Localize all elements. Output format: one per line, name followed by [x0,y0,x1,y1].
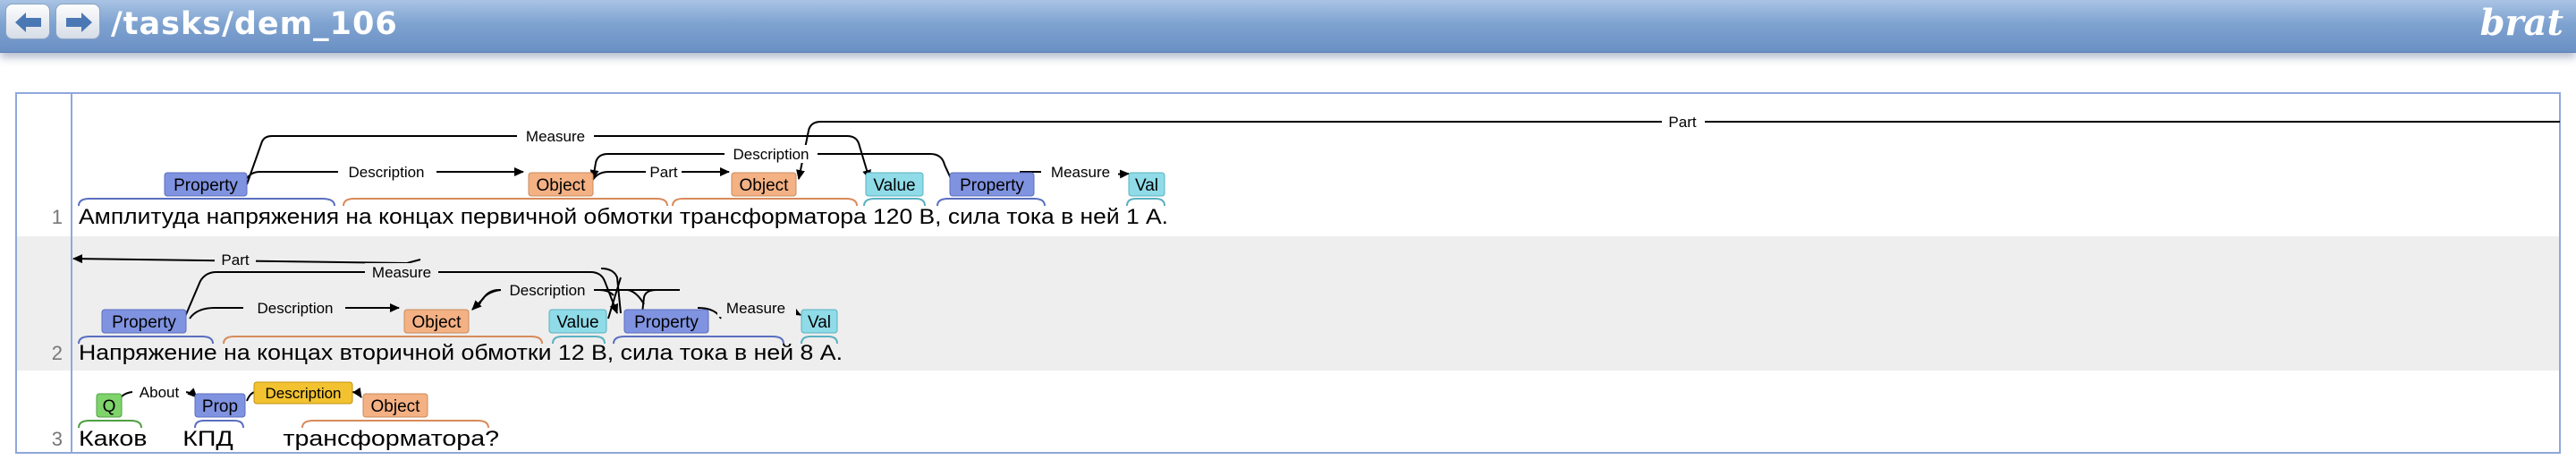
svg-text:Value: Value [556,313,598,332]
svg-text:Property: Property [112,313,176,332]
sentence-text: Каков КПД трансформатора? [79,427,499,451]
entity-prop[interactable]: Prop [194,393,246,418]
arc-label-measure-1: Measure [526,128,585,145]
line-number: 1 [52,206,63,228]
entity-val[interactable]: Val [1128,172,1165,197]
arc-label-description-4: Description [509,282,585,299]
svg-text:Property: Property [634,313,699,332]
svg-text:Object: Object [537,176,587,195]
entity-object[interactable]: Object [362,393,428,418]
entity-q[interactable]: Q [96,393,123,418]
entity-object[interactable]: Object [528,172,594,197]
svg-text:Q: Q [103,397,116,416]
arc-label-measure-4: Measure [726,300,785,317]
arc-label-description-3: Description [257,300,333,317]
arc-label-description-1: Description [348,164,424,181]
arc-label-description-highlighted[interactable]: Description [253,381,353,405]
svg-text:Object: Object [740,176,790,195]
sentence-text: Амплитуда напряжения на концах первичной… [79,205,1168,229]
svg-text:Object: Object [412,313,462,332]
annotation-view: Measure Part Description Description Par… [15,92,2561,454]
entity-object[interactable]: Object [403,309,470,334]
entity-property[interactable]: Property [949,172,1035,197]
entity-value[interactable]: Value [865,172,924,197]
svg-text:Val: Val [1135,176,1158,195]
svg-text:Value: Value [873,176,915,195]
sentence-text: Напряжение на концах вторичной обмотки 1… [79,341,843,365]
entity-property[interactable]: Property [164,172,248,197]
line-number: 2 [52,342,63,364]
svg-text:Property: Property [174,176,238,195]
arc-label-measure-2: Measure [1051,164,1110,181]
entity-object[interactable]: Object [731,172,797,197]
arc-label-description-2: Description [733,146,809,163]
svg-text:Description: Description [265,385,341,402]
svg-text:Object: Object [371,397,421,416]
entity-property[interactable]: Property [101,309,187,334]
entity-val[interactable]: Val [801,309,838,334]
arc-label-part-1: Part [1668,114,1696,131]
svg-text:Property: Property [960,176,1024,195]
entity-value[interactable]: Value [548,309,607,334]
arc-label-part-3: Part [221,251,249,268]
arc-label-about: About [140,384,180,401]
svg-text:Val: Val [808,313,831,332]
arc-label-measure-3: Measure [372,264,431,281]
entity-property[interactable]: Property [623,309,709,334]
arc-label-part-2: Part [649,164,677,181]
svg-text:Prop: Prop [202,397,238,416]
line-number: 3 [52,428,63,450]
